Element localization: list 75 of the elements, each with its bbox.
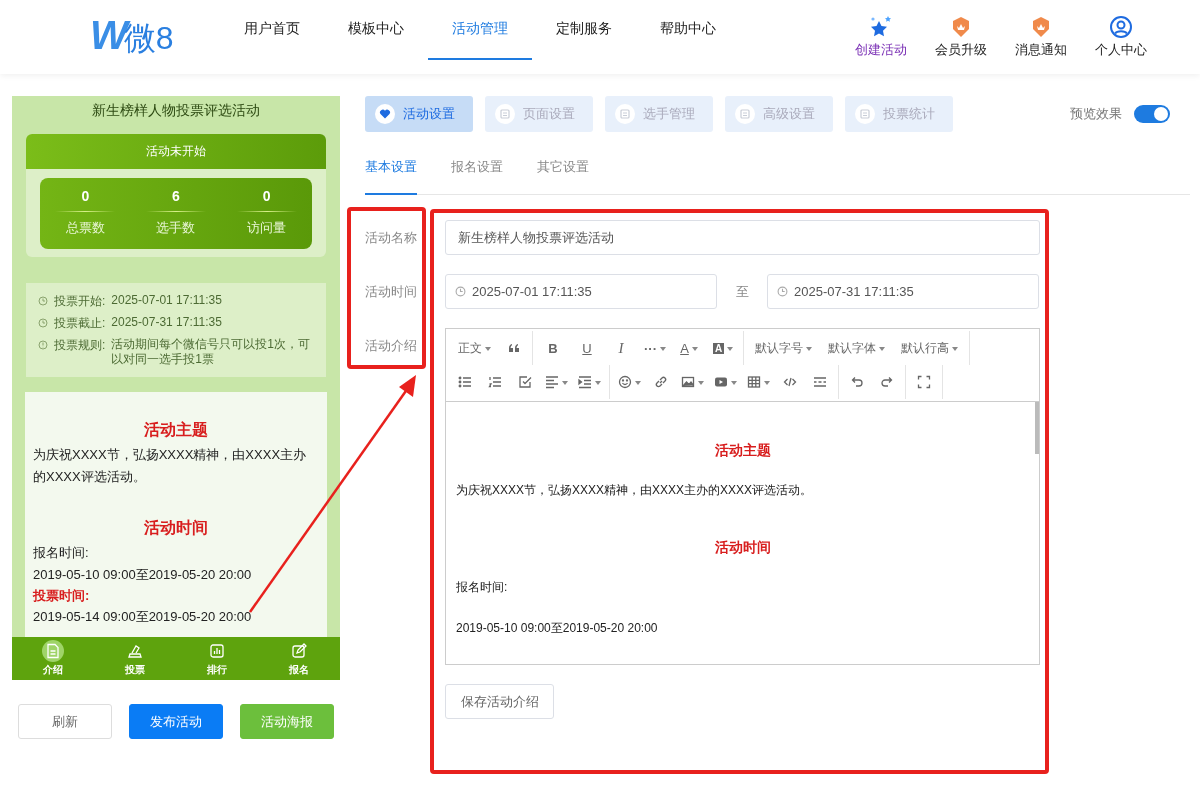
sub-tab[interactable]: 其它设置 bbox=[537, 158, 589, 195]
stat-value: 0 bbox=[81, 188, 90, 204]
range-separator: 至 bbox=[734, 282, 750, 301]
italic-icon[interactable]: I bbox=[604, 331, 638, 365]
ballot-icon bbox=[127, 643, 143, 659]
info-label: 投票规则: bbox=[54, 337, 106, 354]
document-icon bbox=[45, 643, 61, 659]
start-date-field[interactable]: 2025-07-01 17:11:35 bbox=[445, 274, 717, 309]
format-dropdown[interactable]: 默认字号 bbox=[747, 331, 820, 365]
clock-icon bbox=[777, 286, 788, 297]
preview-title: 新生榜样人物投票评选活动 bbox=[91, 101, 261, 120]
section-heading: 活动时间 bbox=[143, 518, 209, 538]
clock-icon bbox=[38, 296, 48, 306]
bold-icon[interactable]: B bbox=[536, 331, 570, 365]
info-icon bbox=[38, 340, 48, 350]
bottom-tab[interactable]: 排行 bbox=[187, 637, 247, 680]
bottom-tab[interactable]: 报名 bbox=[269, 637, 329, 680]
nav-link[interactable]: 定制服务 bbox=[532, 0, 636, 60]
action-button[interactable]: 刷新 bbox=[18, 704, 112, 739]
stat-value: 0 bbox=[262, 188, 271, 204]
scrollbar[interactable] bbox=[1035, 402, 1039, 454]
sub-tab[interactable]: 基本设置 bbox=[365, 158, 417, 195]
info-value: 活动期间每个微信号只可以投1次，可以对同一选手投1票 bbox=[111, 337, 312, 367]
logo[interactable]: W微8 bbox=[90, 13, 220, 61]
field-label: 活动名称 bbox=[365, 228, 418, 247]
end-date-field[interactable]: 2025-07-31 17:11:35 bbox=[767, 274, 1039, 309]
field-label: 活动时间 bbox=[365, 282, 418, 301]
clock-icon bbox=[38, 318, 48, 328]
section-heading: 活动主题 bbox=[713, 442, 772, 460]
header-action[interactable]: 个人中心 bbox=[1092, 15, 1150, 59]
user-icon bbox=[1109, 15, 1133, 39]
info-label: 投票开始: bbox=[54, 293, 106, 310]
stat-label: 选手数 bbox=[156, 219, 196, 237]
info-label: 投票截止: bbox=[54, 315, 106, 332]
field-label: 活动介绍 bbox=[365, 337, 418, 355]
action-button[interactable]: 发布活动 bbox=[129, 704, 223, 739]
save-button[interactable]: 保存活动介绍 bbox=[445, 684, 554, 719]
header-action[interactable]: 创建活动 bbox=[852, 15, 910, 59]
section-text: 2019-05-10 09:00至2019-05-20 20:00 bbox=[456, 620, 659, 637]
nav-link[interactable]: 用户首页 bbox=[220, 0, 324, 60]
section-text: 2019-05-10 09:00至2019-05-20 20:00 bbox=[33, 566, 253, 584]
page-icon bbox=[499, 108, 511, 120]
nav-link[interactable]: 模板中心 bbox=[324, 0, 428, 60]
bottom-tab[interactable]: 投票 bbox=[105, 637, 165, 680]
section-text: 报名时间: bbox=[456, 579, 509, 596]
clock-icon bbox=[455, 286, 466, 297]
stat-label: 访问量 bbox=[247, 219, 287, 237]
format-dropdown[interactable]: 正文 bbox=[450, 331, 499, 365]
section-text: 报名时间: bbox=[33, 544, 90, 562]
underline-icon[interactable]: U bbox=[570, 331, 604, 365]
info-value: 2025-07-01 17:11:35 bbox=[111, 293, 222, 308]
section-heading: 活动主题 bbox=[143, 420, 209, 440]
heart-icon bbox=[379, 108, 391, 120]
nav-link[interactable]: 活动管理 bbox=[428, 0, 532, 60]
format-dropdown[interactable]: 默认行高 bbox=[893, 331, 966, 365]
sub-tab[interactable]: 报名设置 bbox=[451, 158, 503, 195]
header-action[interactable]: 会员升级 bbox=[932, 15, 990, 59]
name-field[interactable]: 新生榜样人物投票评选活动 bbox=[445, 220, 1040, 255]
section-heading: 活动时间 bbox=[713, 539, 772, 557]
section-text: 为庆祝XXXX节，弘扬XXXX精神，由XXXX主办的XXXX评选活动。 bbox=[456, 482, 814, 499]
section-text: 为庆祝XXXX节，弘扬XXXX精神，由XXXX主办的XXXX评选活动。 bbox=[33, 446, 308, 486]
preview-switch[interactable] bbox=[1134, 105, 1170, 123]
bottom-tab[interactable]: 介绍 bbox=[23, 637, 83, 680]
header-action[interactable]: 消息通知 bbox=[1012, 15, 1070, 59]
section-label: 投票时间: bbox=[33, 587, 91, 605]
toggle-label: 预览效果 bbox=[1070, 105, 1122, 123]
info-value: 2025-07-31 17:11:35 bbox=[111, 315, 222, 330]
status-banner: 活动未开始 bbox=[26, 134, 326, 169]
settings-tab[interactable]: 活动设置 bbox=[365, 96, 473, 132]
section-text: 2019-05-14 09:00至2019-05-20 20:00 bbox=[33, 608, 253, 626]
edit-icon bbox=[291, 643, 307, 659]
stat-value: 6 bbox=[172, 188, 180, 204]
nav-link[interactable]: 帮助中心 bbox=[636, 0, 740, 60]
format-dropdown[interactable]: 默认字体 bbox=[820, 331, 893, 365]
stat-label: 总票数 bbox=[65, 219, 105, 237]
